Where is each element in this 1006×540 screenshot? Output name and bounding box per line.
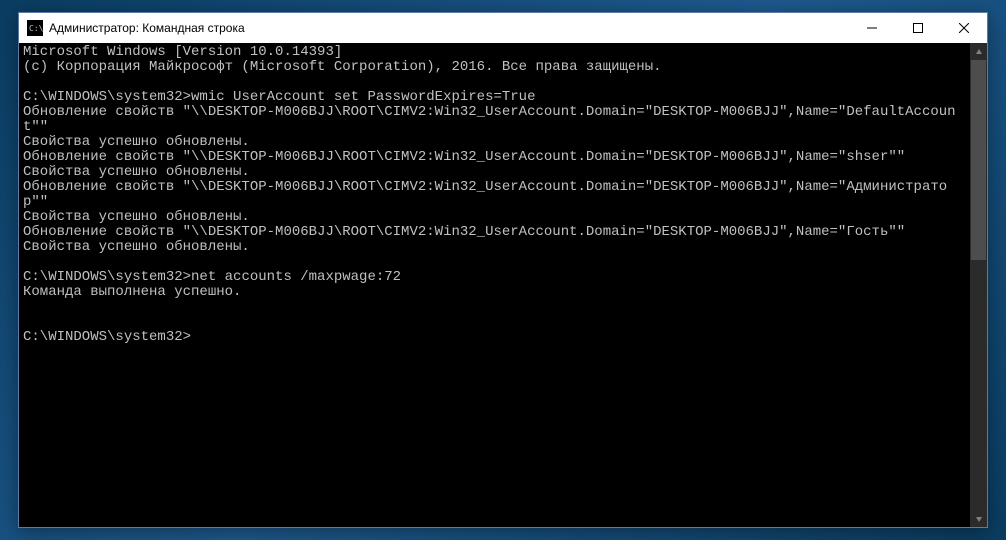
svg-text:C:\: C:\ xyxy=(29,24,43,33)
terminal-output[interactable]: Microsoft Windows [Version 10.0.14393] (… xyxy=(19,43,970,527)
titlebar[interactable]: C:\ Администратор: Командная строка xyxy=(19,13,987,43)
header-line: (c) Корпорация Майкрософт (Microsoft Cor… xyxy=(23,59,662,75)
output-line: Обновление свойств "\\DESKTOP-M006BJJ\RO… xyxy=(23,179,947,210)
prompt-text: C:\WINDOWS\system32> xyxy=(23,329,191,345)
header-line: Microsoft Windows [Version 10.0.14393] xyxy=(23,44,342,60)
output-line: Обновление свойств "\\DESKTOP-M006BJJ\RO… xyxy=(23,104,956,135)
command-text: net accounts /maxpwage:72 xyxy=(191,269,401,285)
terminal-area: Microsoft Windows [Version 10.0.14393] (… xyxy=(19,43,987,527)
window-title: Администратор: Командная строка xyxy=(49,21,849,35)
command-text: wmic UserAccount set PasswordExpires=Tru… xyxy=(191,89,535,105)
maximize-button[interactable] xyxy=(895,13,941,43)
output-line: Свойства успешно обновлены. xyxy=(23,209,250,225)
output-line: Свойства успешно обновлены. xyxy=(23,134,250,150)
scrollbar-thumb[interactable] xyxy=(971,60,986,260)
cmd-icon: C:\ xyxy=(27,20,43,36)
scroll-up-icon[interactable] xyxy=(970,43,987,60)
prompt-text: C:\WINDOWS\system32> xyxy=(23,269,191,285)
scroll-down-icon[interactable] xyxy=(970,510,987,527)
output-line: Свойства успешно обновлены. xyxy=(23,239,250,255)
scrollbar[interactable] xyxy=(970,43,987,527)
output-line: Обновление свойств "\\DESKTOP-M006BJJ\RO… xyxy=(23,149,905,165)
output-line: Обновление свойств "\\DESKTOP-M006BJJ\RO… xyxy=(23,224,905,240)
minimize-button[interactable] xyxy=(849,13,895,43)
window-controls xyxy=(849,13,987,43)
close-button[interactable] xyxy=(941,13,987,43)
output-line: Команда выполнена успешно. xyxy=(23,284,241,300)
prompt-text: C:\WINDOWS\system32> xyxy=(23,89,191,105)
command-prompt-window: C:\ Администратор: Командная строка Micr… xyxy=(18,12,988,528)
output-line: Свойства успешно обновлены. xyxy=(23,164,250,180)
